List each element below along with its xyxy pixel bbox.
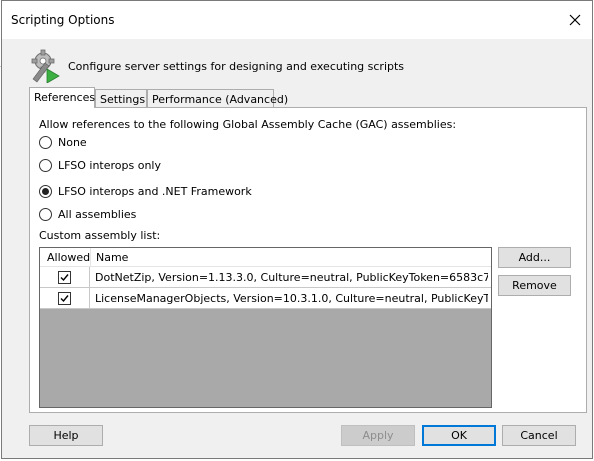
cancel-button[interactable]: Cancel — [502, 425, 576, 446]
table-row[interactable]: DotNetZip, Version=1.13.3.0, Culture=neu… — [40, 267, 491, 288]
radio-lfso-interops-net[interactable] — [39, 185, 52, 198]
allowed-checkbox[interactable] — [58, 271, 71, 284]
radio-label-lfso-interops-net[interactable]: LFSO interops and .NET Framework — [58, 185, 252, 198]
scripting-options-dialog: Scripting Options Configure server setti… — [1, 0, 593, 459]
tab-references[interactable]: References — [29, 87, 95, 108]
help-button[interactable]: Help — [29, 425, 103, 446]
title-bar[interactable]: Scripting Options — [2, 1, 592, 39]
tab-label: Performance (Advanced) — [152, 93, 289, 106]
checkmark-icon — [60, 274, 69, 282]
radio-label-none[interactable]: None — [58, 136, 87, 149]
allowed-checkbox[interactable] — [58, 292, 71, 305]
custom-assembly-list[interactable]: Allowed Name DotNetZip, Version=1.13.3.0… — [39, 247, 492, 408]
tab-performance-advanced[interactable]: Performance (Advanced) — [147, 89, 288, 107]
radio-label-lfso-interops-only[interactable]: LFSO interops only — [58, 159, 161, 172]
column-header-allowed[interactable]: Allowed — [47, 251, 90, 264]
ok-button[interactable]: OK — [422, 425, 496, 446]
remove-button[interactable]: Remove — [498, 275, 571, 296]
tab-label: Settings — [100, 93, 146, 106]
table-row[interactable]: LicenseManagerObjects, Version=10.3.1.0,… — [40, 288, 491, 309]
custom-assembly-list-label: Custom assembly list: — [39, 229, 161, 242]
scripting-gear-icon — [31, 49, 60, 83]
close-button[interactable] — [564, 9, 586, 31]
header-description: Configure server settings for designing … — [68, 60, 405, 73]
column-header-name[interactable]: Name — [96, 251, 128, 264]
radio-none[interactable] — [39, 136, 52, 149]
window-title: Scripting Options — [11, 13, 115, 27]
column-separator[interactable] — [90, 248, 91, 266]
radio-selected-dot — [42, 188, 49, 195]
radio-label-all-assemblies[interactable]: All assemblies — [58, 208, 136, 221]
list-header: Allowed Name — [40, 248, 491, 267]
allowed-cell — [40, 267, 90, 287]
tab-label: References — [34, 91, 96, 104]
radio-lfso-interops-only[interactable] — [39, 159, 52, 172]
add-button[interactable]: Add... — [498, 247, 571, 268]
tab-settings[interactable]: Settings — [95, 89, 147, 107]
allowed-cell — [40, 288, 90, 308]
gac-prompt: Allow references to the following Global… — [39, 118, 457, 131]
close-icon — [569, 14, 581, 26]
assembly-name: DotNetZip, Version=1.13.3.0, Culture=neu… — [95, 271, 488, 284]
references-tab-panel: Allow references to the following Global… — [29, 107, 587, 413]
assembly-name: LicenseManagerObjects, Version=10.3.1.0,… — [95, 292, 488, 305]
checkmark-icon — [60, 295, 69, 303]
radio-all-assemblies[interactable] — [39, 208, 52, 221]
apply-button[interactable]: Apply — [341, 425, 415, 446]
